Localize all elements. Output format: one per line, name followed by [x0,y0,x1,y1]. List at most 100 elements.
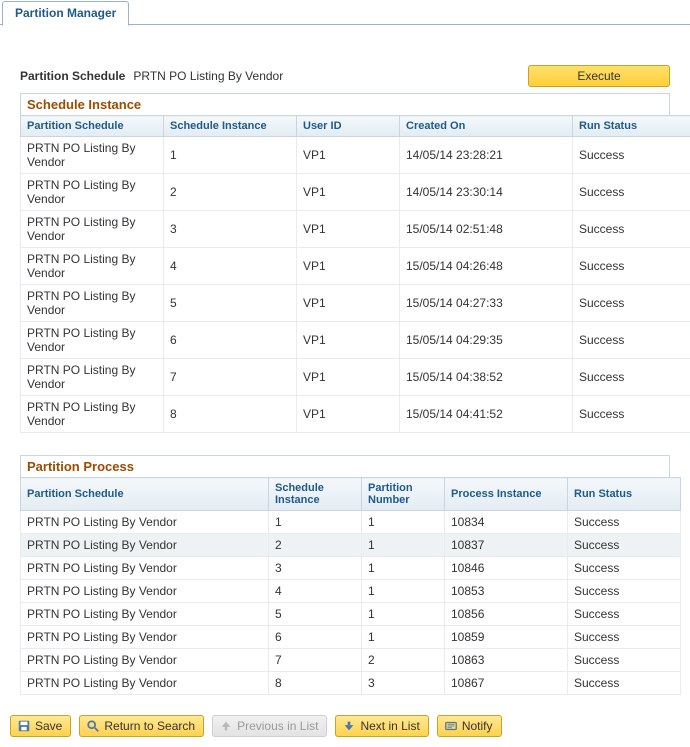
pcell-schedule-instance: 3 [269,557,362,580]
table-row: PRTN PO Listing By Vendor4110853Success [21,580,681,603]
cell-user-id: VP1 [297,137,400,174]
pcell-schedule-instance: 2 [269,534,362,557]
execute-button[interactable]: Execute [528,65,670,87]
save-button[interactable]: Save [10,715,71,737]
cell-run-status: Success [573,322,690,359]
pcell-process-instance: 10846 [445,557,568,580]
cell-run-status: Success [573,248,690,285]
cell-run-status: Success [573,174,690,211]
cell-partition-schedule: PRTN PO Listing By Vendor [21,359,164,396]
cell-user-id: VP1 [297,359,400,396]
pcell-run-status: Success [568,557,681,580]
pcell-partition-number: 1 [362,557,445,580]
col-user-id[interactable]: User ID [297,116,400,137]
pcol-partition-schedule[interactable]: Partition Schedule [21,478,269,511]
pcol-process-instance[interactable]: Process Instance [445,478,568,511]
pcell-process-instance: 10837 [445,534,568,557]
cell-created-on: 14/05/14 23:30:14 [400,174,573,211]
col-partition-schedule[interactable]: Partition Schedule [21,116,164,137]
notify-button[interactable]: Notify [437,715,502,737]
col-created-on[interactable]: Created On [400,116,573,137]
pcell-schedule-instance: 8 [269,672,362,695]
cell-schedule-instance: 1 [164,137,297,174]
search-icon [86,719,100,733]
cell-schedule-instance: 2 [164,174,297,211]
table-row: PRTN PO Listing By Vendor6110859Success [21,626,681,649]
table-row: PRTN PO Listing By Vendor7VP115/05/14 04… [21,359,690,396]
pcell-partition-schedule: PRTN PO Listing By Vendor [21,557,269,580]
pcell-process-instance: 10863 [445,649,568,672]
cell-partition-schedule: PRTN PO Listing By Vendor [21,396,164,433]
pcell-process-instance: 10856 [445,603,568,626]
tab-partition-manager[interactable]: Partition Manager [2,1,129,26]
col-run-status[interactable]: Run Status [573,116,690,137]
partition-schedule-value: PRTN PO Listing By Vendor [133,69,478,83]
schedule-instance-title: Schedule Instance [20,93,670,115]
cell-partition-schedule: PRTN PO Listing By Vendor [21,248,164,285]
cell-schedule-instance: 7 [164,359,297,396]
pcell-partition-number: 1 [362,626,445,649]
cell-partition-schedule: PRTN PO Listing By Vendor [21,285,164,322]
pcol-partition-number[interactable]: Partition Number [362,478,445,511]
pcell-run-status: Success [568,511,681,534]
cell-user-id: VP1 [297,396,400,433]
pcell-partition-number: 1 [362,580,445,603]
save-icon [17,719,31,733]
cell-partition-schedule: PRTN PO Listing By Vendor [21,211,164,248]
cell-run-status: Success [573,285,690,322]
prev-label: Previous in List [237,718,318,734]
cell-user-id: VP1 [297,248,400,285]
bottom-toolbar: Save Return to Search Previous in List N… [0,709,690,747]
pcol-schedule-instance[interactable]: Schedule Instance [269,478,362,511]
return-to-search-button[interactable]: Return to Search [79,715,204,737]
cell-schedule-instance: 5 [164,285,297,322]
table-row: PRTN PO Listing By Vendor8310867Success [21,672,681,695]
cell-created-on: 15/05/14 04:26:48 [400,248,573,285]
partition-process-title: Partition Process [20,455,670,477]
save-label: Save [35,718,62,734]
notify-icon [444,719,458,733]
partition-schedule-label: Partition Schedule [20,69,125,83]
pcell-schedule-instance: 6 [269,626,362,649]
pcell-run-status: Success [568,672,681,695]
pcell-partition-schedule: PRTN PO Listing By Vendor [21,649,269,672]
pcell-partition-number: 1 [362,603,445,626]
cell-user-id: VP1 [297,285,400,322]
pcell-partition-schedule: PRTN PO Listing By Vendor [21,626,269,649]
pcell-partition-schedule: PRTN PO Listing By Vendor [21,534,269,557]
cell-partition-schedule: PRTN PO Listing By Vendor [21,137,164,174]
col-schedule-instance[interactable]: Schedule Instance [164,116,297,137]
table-row: PRTN PO Listing By Vendor1VP114/05/14 23… [21,137,690,174]
cell-created-on: 15/05/14 04:29:35 [400,322,573,359]
table-row: PRTN PO Listing By Vendor8VP115/05/14 04… [21,396,690,433]
cell-partition-schedule: PRTN PO Listing By Vendor [21,174,164,211]
pcell-run-status: Success [568,603,681,626]
table-row: PRTN PO Listing By Vendor2110837Success [21,534,681,557]
cell-schedule-instance: 8 [164,396,297,433]
pcell-process-instance: 10867 [445,672,568,695]
partition-process-thead: Partition Schedule Schedule Instance Par… [21,478,681,511]
arrow-up-icon [219,719,233,733]
pcol-run-status[interactable]: Run Status [568,478,681,511]
cell-schedule-instance: 4 [164,248,297,285]
table-row: PRTN PO Listing By Vendor3VP115/05/14 02… [21,211,690,248]
pcell-partition-schedule: PRTN PO Listing By Vendor [21,603,269,626]
table-row: PRTN PO Listing By Vendor3110846Success [21,557,681,580]
cell-run-status: Success [573,396,690,433]
table-row: PRTN PO Listing By Vendor6VP115/05/14 04… [21,322,690,359]
tab-strip: Partition Manager [0,0,690,25]
table-row: PRTN PO Listing By Vendor7210863Success [21,649,681,672]
pcell-partition-schedule: PRTN PO Listing By Vendor [21,672,269,695]
cell-user-id: VP1 [297,211,400,248]
table-row: PRTN PO Listing By Vendor4VP115/05/14 04… [21,248,690,285]
pcell-partition-number: 1 [362,511,445,534]
pcell-process-instance: 10834 [445,511,568,534]
arrow-down-icon [342,719,356,733]
cell-partition-schedule: PRTN PO Listing By Vendor [21,322,164,359]
notify-label: Notify [462,718,493,734]
table-row: PRTN PO Listing By Vendor5110856Success [21,603,681,626]
pcell-schedule-instance: 4 [269,580,362,603]
pcell-partition-number: 3 [362,672,445,695]
table-row: PRTN PO Listing By Vendor2VP114/05/14 23… [21,174,690,211]
next-in-list-button[interactable]: Next in List [335,715,428,737]
